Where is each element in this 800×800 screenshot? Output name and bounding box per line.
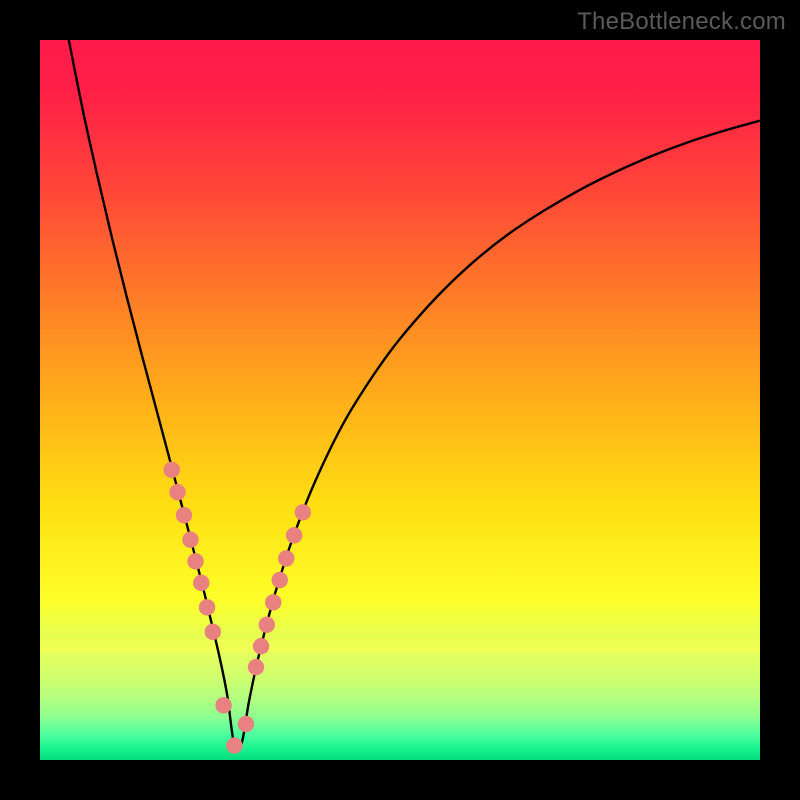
marker-dot bbox=[278, 550, 294, 566]
marker-dot bbox=[199, 599, 215, 615]
marker-dot bbox=[253, 638, 269, 654]
plot-area bbox=[40, 40, 760, 760]
marker-dot bbox=[164, 462, 180, 478]
marker-dot bbox=[238, 716, 254, 732]
marker-dot bbox=[187, 553, 203, 569]
outer-frame: TheBottleneck.com bbox=[0, 0, 800, 800]
marker-dot bbox=[205, 624, 221, 640]
marker-dot bbox=[182, 531, 198, 547]
marker-dot bbox=[295, 504, 311, 520]
marker-dot bbox=[272, 572, 288, 588]
marker-dot bbox=[169, 484, 185, 500]
marker-dot bbox=[248, 659, 264, 675]
marker-dot bbox=[215, 697, 231, 713]
credit-text: TheBottleneck.com bbox=[577, 8, 786, 36]
marker-dot bbox=[176, 507, 192, 523]
bottleneck-curve bbox=[69, 40, 760, 750]
marker-dot bbox=[265, 594, 281, 610]
marker-group bbox=[164, 462, 311, 754]
marker-dot bbox=[193, 575, 209, 591]
chart-svg bbox=[40, 40, 760, 760]
marker-dot bbox=[226, 737, 242, 753]
marker-dot bbox=[286, 527, 302, 543]
marker-dot bbox=[259, 616, 275, 632]
